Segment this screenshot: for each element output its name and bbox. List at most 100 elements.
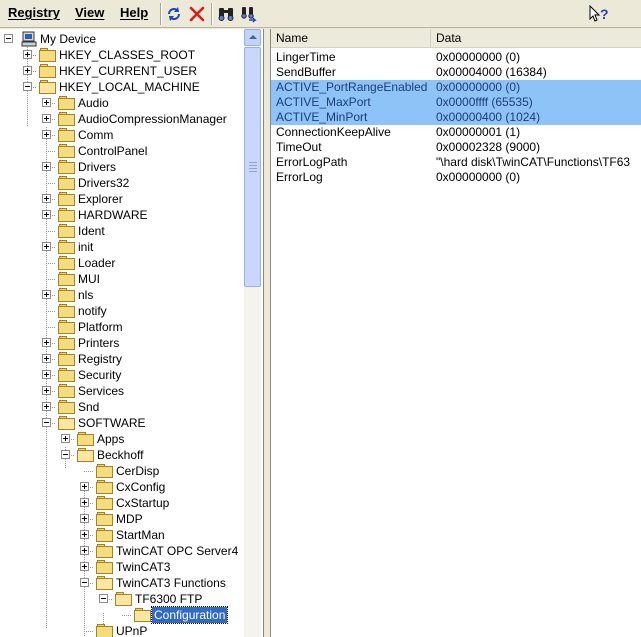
value-data: 0x00004000 (16384): [436, 65, 547, 79]
folder-icon: [96, 528, 113, 542]
value-name: ErrorLog: [276, 170, 323, 184]
tree-item-label: UPnP: [116, 624, 148, 637]
tree-vertical-scrollbar[interactable]: [244, 29, 261, 637]
tree-item-label: nls: [78, 288, 94, 302]
scroll-up-arrow[interactable]: [244, 29, 261, 46]
expand-toggle[interactable]: [80, 530, 89, 539]
tree-item-label: CxStartup: [116, 496, 170, 510]
tree-item-label: Drivers: [78, 160, 116, 174]
column-header-data[interactable]: Data: [431, 29, 641, 48]
expand-toggle[interactable]: [42, 210, 51, 219]
toolbar-separator: [160, 3, 162, 25]
folder-icon: [96, 560, 113, 574]
expand-toggle[interactable]: [61, 434, 70, 443]
delete-button[interactable]: [187, 4, 207, 24]
menu-help[interactable]: Help: [120, 5, 148, 21]
expand-toggle[interactable]: [23, 50, 32, 59]
scroll-thumb[interactable]: [244, 47, 261, 287]
collapse-toggle[interactable]: [42, 418, 51, 427]
tree-item-label: Apps: [97, 432, 125, 446]
folder-open-icon: [96, 576, 113, 590]
expand-toggle[interactable]: [42, 114, 51, 123]
collapse-toggle[interactable]: [23, 82, 32, 91]
expand-toggle[interactable]: [42, 338, 51, 347]
tree-item-label: HARDWARE: [78, 208, 148, 222]
expand-toggle[interactable]: [42, 162, 51, 171]
tree-item-label: Comm: [78, 128, 114, 142]
column-header-name[interactable]: Name: [271, 29, 431, 48]
find-next-button[interactable]: [238, 4, 258, 24]
folder-icon: [58, 400, 75, 414]
collapse-toggle[interactable]: [80, 578, 89, 587]
value-row[interactable]: ACTIVE_MaxPort 0x0000ffff (65535): [271, 95, 641, 110]
tree-item-label: Snd: [78, 400, 100, 414]
tree-item-label: CxConfig: [116, 480, 166, 494]
context-help-icon: ?: [589, 5, 609, 22]
tree-item-label: Loader: [78, 256, 116, 270]
value-row[interactable]: ACTIVE_MinPort 0x00000400 (1024): [271, 110, 641, 125]
expand-toggle[interactable]: [80, 482, 89, 491]
value-name: LingerTime: [276, 50, 336, 64]
expand-toggle[interactable]: [42, 386, 51, 395]
folder-icon: [58, 256, 75, 270]
menu-view[interactable]: View: [75, 5, 104, 21]
expand-toggle[interactable]: [80, 514, 89, 523]
expand-toggle[interactable]: [42, 354, 51, 363]
expand-toggle[interactable]: [23, 66, 32, 75]
folder-icon: [96, 544, 113, 558]
tree-item-label: TwinCAT3: [116, 560, 171, 574]
value-row[interactable]: ErrorLog 0x00000000 (0): [271, 170, 641, 185]
folder-icon: [58, 368, 75, 382]
value-name: ConnectionKeepAlive: [276, 125, 391, 139]
folder-icon: [58, 128, 75, 142]
refresh-button[interactable]: [164, 4, 184, 24]
menu-toolbar: Registry View Help ?: [0, 0, 641, 28]
tree-item-label: My Device: [40, 32, 97, 46]
value-name: TimeOut: [276, 140, 322, 154]
value-data: 0x00000000 (0): [436, 50, 521, 64]
registry-tree[interactable]: My Device HKEY_CLASSES_ROOT HKEY_CURRENT_U…: [0, 29, 264, 637]
value-row[interactable]: LingerTime 0x00000000 (0): [271, 50, 641, 65]
folder-icon: [58, 224, 75, 238]
expand-toggle[interactable]: [42, 402, 51, 411]
folder-open-icon: [39, 80, 56, 94]
value-row[interactable]: ErrorLogPath "\hard disk\TwinCAT\Function…: [271, 155, 641, 170]
values-list[interactable]: Name Data LingerTime 0x00000000 (0) SendBu…: [270, 29, 641, 637]
value-row[interactable]: SendBuffer 0x00004000 (16384): [271, 65, 641, 80]
expand-toggle[interactable]: [42, 242, 51, 251]
value-row[interactable]: ConnectionKeepAlive 0x00000001 (1): [271, 125, 641, 140]
folder-icon: [39, 64, 56, 78]
expand-toggle[interactable]: [80, 546, 89, 555]
collapse-toggle[interactable]: [99, 594, 108, 603]
expand-toggle[interactable]: [42, 370, 51, 379]
value-name: ACTIVE_PortRangeEnabled: [276, 80, 428, 94]
context-help-button[interactable]: ?: [588, 4, 610, 24]
folder-icon: [96, 624, 113, 637]
value-data: 0x0000ffff (65535): [436, 95, 533, 109]
folder-icon: [58, 192, 75, 206]
expand-toggle[interactable]: [42, 98, 51, 107]
expand-toggle[interactable]: [42, 194, 51, 203]
folder-icon: [58, 112, 75, 126]
tree-item-label: Printers: [78, 336, 120, 350]
expand-toggle[interactable]: [80, 498, 89, 507]
value-data: 0x00002328 (9000): [436, 140, 541, 154]
find-button[interactable]: [216, 4, 236, 24]
value-row[interactable]: ACTIVE_PortRangeEnabled 0x00000000 (0): [271, 80, 641, 95]
expand-toggle[interactable]: [80, 562, 89, 571]
folder-icon: [96, 512, 113, 526]
tree-item-label: Ident: [78, 224, 105, 238]
collapse-toggle[interactable]: [4, 34, 13, 43]
menu-registry[interactable]: Registry: [8, 5, 60, 21]
expand-toggle[interactable]: [42, 130, 51, 139]
tree-item-label: TwinCAT OPC Server4: [116, 544, 239, 558]
tree-item-label: Configuration: [150, 606, 229, 624]
folder-icon: [77, 432, 94, 446]
collapse-toggle[interactable]: [61, 450, 70, 459]
folder-icon: [58, 304, 75, 318]
expand-toggle[interactable]: [42, 290, 51, 299]
delete-icon: [189, 6, 205, 22]
value-data: "\hard disk\TwinCAT\Functions\TF63: [436, 155, 631, 169]
tree-item-label: HKEY_CLASSES_ROOT: [59, 48, 196, 62]
value-row[interactable]: TimeOut 0x00002328 (9000): [271, 140, 641, 155]
